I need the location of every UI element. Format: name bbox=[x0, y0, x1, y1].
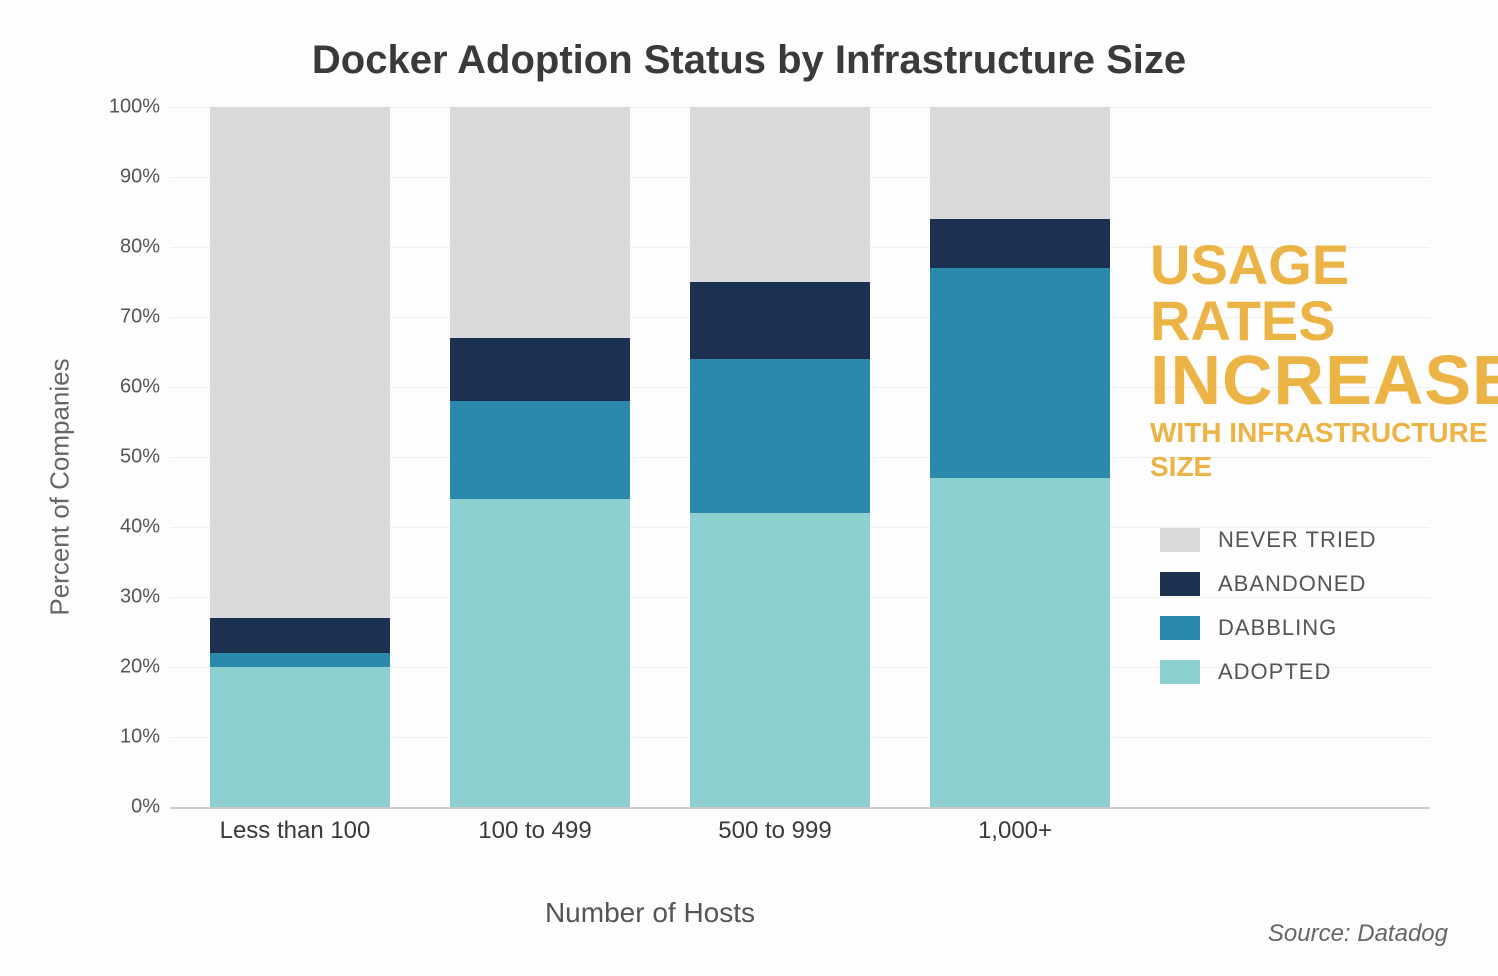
stacked-bar bbox=[450, 107, 630, 807]
y-tick-label: 80% bbox=[100, 236, 160, 259]
bar-segment-adopted bbox=[450, 499, 630, 807]
chart-title: Docker Adoption Status by Infrastructure… bbox=[40, 38, 1458, 83]
y-tick-label: 10% bbox=[100, 726, 160, 749]
bar-segment-never bbox=[930, 107, 1110, 219]
gridline bbox=[170, 807, 1430, 809]
legend-label: NEVER TRIED bbox=[1218, 527, 1377, 553]
legend-swatch bbox=[1160, 660, 1200, 684]
x-axis-label: Number of Hosts bbox=[170, 897, 1130, 929]
callout-line-2: INCREASE bbox=[1150, 349, 1498, 412]
chart-container: Docker Adoption Status by Infrastructure… bbox=[0, 0, 1498, 976]
bar-slot bbox=[170, 107, 410, 807]
y-axis-label: Percent of Companies bbox=[45, 358, 76, 615]
y-tick-label: 50% bbox=[100, 446, 160, 469]
y-tick-label: 40% bbox=[100, 516, 160, 539]
bar-segment-never bbox=[690, 107, 870, 282]
bar-segment-never bbox=[210, 107, 390, 618]
bar-segment-abandoned bbox=[210, 618, 390, 653]
legend-item: DABBLING bbox=[1160, 615, 1377, 641]
x-tick-labels: Less than 100100 to 499500 to 9991,000+ bbox=[170, 817, 1430, 845]
y-tick-label: 90% bbox=[100, 166, 160, 189]
bar-segment-never bbox=[450, 107, 630, 338]
source-attribution: Source: Datadog bbox=[1268, 920, 1448, 948]
bar-segment-abandoned bbox=[450, 338, 630, 401]
bar-slot bbox=[410, 107, 650, 807]
x-tick-label: 100 to 499 bbox=[410, 817, 650, 845]
bar-segment-adopted bbox=[930, 478, 1110, 807]
legend: NEVER TRIED ABANDONED DABBLING ADOPTED bbox=[1160, 527, 1377, 703]
callout-line-1: USAGE RATES bbox=[1150, 237, 1498, 349]
bar-slot bbox=[890, 107, 1130, 807]
y-tick-label: 60% bbox=[100, 376, 160, 399]
y-tick-label: 100% bbox=[100, 96, 160, 119]
legend-item: ABANDONED bbox=[1160, 571, 1377, 597]
x-tick-label: 500 to 999 bbox=[650, 817, 890, 845]
legend-label: DABBLING bbox=[1218, 615, 1337, 641]
x-tick-label: 1,000+ bbox=[890, 817, 1130, 845]
legend-label: ABANDONED bbox=[1218, 571, 1366, 597]
y-tick-label: 0% bbox=[100, 796, 160, 819]
chart-wrap: Percent of Companies 0%10%20%30%40%50%60… bbox=[100, 107, 1460, 867]
legend-swatch bbox=[1160, 572, 1200, 596]
stacked-bar bbox=[210, 107, 390, 807]
y-tick-label: 20% bbox=[100, 656, 160, 679]
bar-segment-adopted bbox=[210, 667, 390, 807]
legend-swatch bbox=[1160, 528, 1200, 552]
bar-segment-adopted bbox=[690, 513, 870, 807]
x-tick-label: Less than 100 bbox=[170, 817, 410, 845]
y-tick-label: 30% bbox=[100, 586, 160, 609]
callout-annotation: USAGE RATES INCREASE WITH INFRASTRUCTURE… bbox=[1150, 237, 1498, 483]
bar-segment-abandoned bbox=[690, 282, 870, 359]
y-tick-label: 70% bbox=[100, 306, 160, 329]
legend-label: ADOPTED bbox=[1218, 659, 1331, 685]
bar-segment-dabbling bbox=[930, 268, 1110, 478]
legend-swatch bbox=[1160, 616, 1200, 640]
stacked-bar bbox=[930, 107, 1110, 807]
stacked-bar bbox=[690, 107, 870, 807]
legend-item: NEVER TRIED bbox=[1160, 527, 1377, 553]
bar-slot bbox=[650, 107, 890, 807]
legend-item: ADOPTED bbox=[1160, 659, 1377, 685]
bar-segment-abandoned bbox=[930, 219, 1110, 268]
callout-line-3: WITH INFRASTRUCTURE SIZE bbox=[1150, 416, 1498, 483]
bar-segment-dabbling bbox=[210, 653, 390, 667]
bar-segment-dabbling bbox=[450, 401, 630, 499]
bar-segment-dabbling bbox=[690, 359, 870, 513]
